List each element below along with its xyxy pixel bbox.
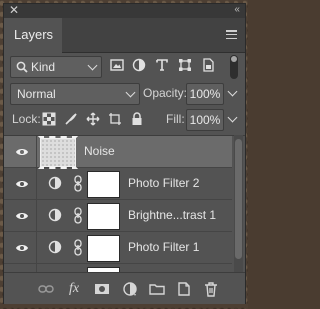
eye-icon[interactable] xyxy=(15,145,29,159)
chevron-down-icon xyxy=(227,86,238,97)
image-filter-icon[interactable] xyxy=(110,58,124,72)
layer-row-brightness-contrast-1[interactable]: Brightne...trast 1 xyxy=(4,200,232,232)
blend-mode-value: Normal xyxy=(17,87,56,101)
hamburger-menu-icon[interactable] xyxy=(226,30,237,40)
layers-panel: ✕ ‹‹ Layers Kind Normal Opacity: 100% Lo… xyxy=(3,3,246,304)
layer-mask-thumbnail[interactable] xyxy=(87,203,120,230)
layers-scrollbar[interactable] xyxy=(234,135,243,272)
chevron-down-icon xyxy=(125,87,136,98)
collapse-icon[interactable]: ‹‹ xyxy=(234,3,240,17)
type-filter-icon[interactable] xyxy=(155,58,169,72)
layer-name: Noise xyxy=(84,144,115,158)
blend-row: Normal Opacity: 100% xyxy=(4,83,245,105)
panel-footer: fx xyxy=(4,272,245,304)
search-icon xyxy=(16,61,28,73)
link-chain-icon[interactable] xyxy=(73,239,83,256)
fill-dropdown[interactable] xyxy=(225,109,239,129)
chevron-down-icon xyxy=(227,112,238,123)
eye-icon[interactable] xyxy=(15,209,29,223)
shape-filter-icon[interactable] xyxy=(178,58,192,72)
layer-row-noise[interactable]: Noise xyxy=(4,136,232,169)
eye-icon[interactable] xyxy=(15,241,29,255)
panel-tabbar: Layers xyxy=(4,18,245,53)
folder-icon[interactable] xyxy=(149,281,165,297)
lock-label: Lock: xyxy=(12,112,41,126)
link-chain-icon[interactable] xyxy=(73,207,83,224)
layer-name: Photo Filter 1 xyxy=(128,240,200,254)
layers-list: Noise Photo Filter 2 Brightne...trast 1 … xyxy=(4,135,245,273)
opacity-label: Opacity: xyxy=(143,86,188,100)
lock-artboard-icon[interactable] xyxy=(108,112,122,126)
lock-image-pixels-icon[interactable] xyxy=(64,112,78,126)
visibility-column xyxy=(4,200,37,231)
visibility-column xyxy=(4,136,37,167)
adjustment-filter-icon[interactable] xyxy=(132,58,146,72)
adjustment-layer-icon xyxy=(48,208,62,222)
layer-name: Photo Filter 2 xyxy=(128,176,200,190)
filter-row: Kind xyxy=(4,55,245,79)
layer-row-photo-filter-2[interactable]: Photo Filter 2 xyxy=(4,168,232,200)
adjustment-icon[interactable] xyxy=(122,281,138,297)
fill-label: Fill: xyxy=(166,112,185,126)
visibility-column xyxy=(4,168,37,199)
lock-all-icon[interactable] xyxy=(130,112,144,126)
chevron-down-icon xyxy=(87,60,98,71)
layer-mask-thumbnail[interactable] xyxy=(87,171,120,198)
layer-thumbnail xyxy=(38,136,78,169)
link-chain-icon[interactable] xyxy=(73,175,83,192)
filter-toggle[interactable] xyxy=(230,55,238,79)
link-icon[interactable] xyxy=(38,281,54,297)
mask-icon[interactable] xyxy=(94,281,110,297)
visibility-column xyxy=(4,232,37,263)
adjustment-layer-icon xyxy=(48,176,62,190)
lock-position-icon[interactable] xyxy=(86,112,100,126)
lock-row: Lock: Fill: 100% xyxy=(4,109,245,131)
blend-mode-select[interactable]: Normal xyxy=(10,83,140,105)
smart-object-filter-icon[interactable] xyxy=(201,58,215,72)
adjustment-layer-icon xyxy=(48,240,62,254)
eye-icon[interactable] xyxy=(15,177,29,191)
trash-icon[interactable] xyxy=(203,281,219,297)
fx-icon[interactable]: fx xyxy=(66,281,82,297)
panel-titlebar: ✕ ‹‹ xyxy=(4,3,245,18)
scrollbar-thumb[interactable] xyxy=(235,139,242,259)
fill-input[interactable]: 100% xyxy=(186,109,224,131)
new-layer-icon[interactable] xyxy=(176,281,192,297)
layer-name: Brightne...trast 1 xyxy=(128,208,217,222)
opacity-dropdown[interactable] xyxy=(225,83,239,103)
tab-layers[interactable]: Layers xyxy=(4,18,62,53)
kind-filter-label: Kind xyxy=(31,60,56,74)
layer-row-photo-filter-1[interactable]: Photo Filter 1 xyxy=(4,232,232,264)
close-icon[interactable]: ✕ xyxy=(9,3,19,17)
lock-transparent-pixels-icon[interactable] xyxy=(42,112,56,126)
opacity-input[interactable]: 100% xyxy=(186,83,224,105)
layer-mask-thumbnail[interactable] xyxy=(87,235,120,262)
kind-filter-select[interactable]: Kind xyxy=(10,56,102,78)
